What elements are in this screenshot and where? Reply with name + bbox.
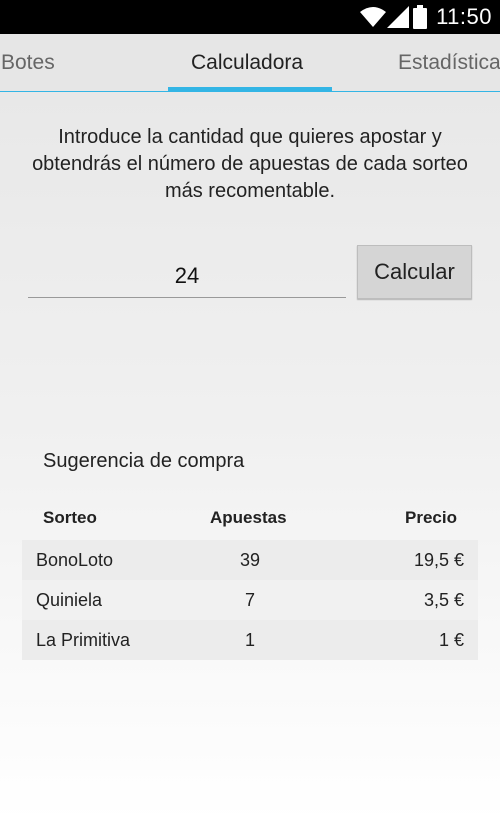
calculate-button[interactable]: Calcular [357, 245, 472, 299]
header-precio: Precio [405, 508, 457, 527]
cell-precio: 1 € [438, 630, 464, 650]
suggestion-table: BonoLoto 39 19,5 € Quiniela 7 3,5 € La P… [22, 540, 478, 660]
table-row: BonoLoto 39 19,5 € [22, 540, 478, 580]
amount-input[interactable] [28, 254, 346, 298]
cell-sorteo: La Primitiva [36, 630, 131, 650]
intro-text: Introduce la cantidad que quieres aposta… [32, 126, 468, 202]
cell-apuestas: 39 [239, 550, 261, 570]
tab-botes[interactable]: Botes [1, 51, 55, 75]
battery-icon [413, 5, 427, 34]
table-row: La Primitiva 1 1 € [22, 620, 478, 660]
wifi-icon [360, 6, 386, 33]
tab-calculadora[interactable]: Calculadora [191, 51, 303, 75]
status-bar: 11:50 [0, 0, 500, 34]
header-sorteo: Sorteo [43, 508, 97, 527]
section-title: Sugerencia de compra [43, 450, 245, 472]
cell-apuestas: 7 [244, 590, 255, 610]
header-apuestas: Apuestas [210, 508, 287, 527]
tab-estadistica[interactable]: Estadística [398, 51, 500, 75]
cell-sorteo: BonoLoto [36, 550, 114, 570]
tab-bar: Botes Calculadora Estadística [0, 34, 500, 92]
table-header: Sorteo Apuestas Precio [22, 508, 478, 532]
cell-sorteo: Quiniela [36, 590, 103, 610]
table-row: Quiniela 7 3,5 € [22, 580, 478, 620]
cell-apuestas: 1 [244, 630, 255, 650]
tab-indicator [168, 87, 332, 92]
cell-precio: 3,5 € [423, 590, 464, 610]
clock: 11:50 [436, 4, 492, 29]
signal-icon [387, 6, 409, 33]
cell-precio: 19,5 € [413, 550, 464, 570]
